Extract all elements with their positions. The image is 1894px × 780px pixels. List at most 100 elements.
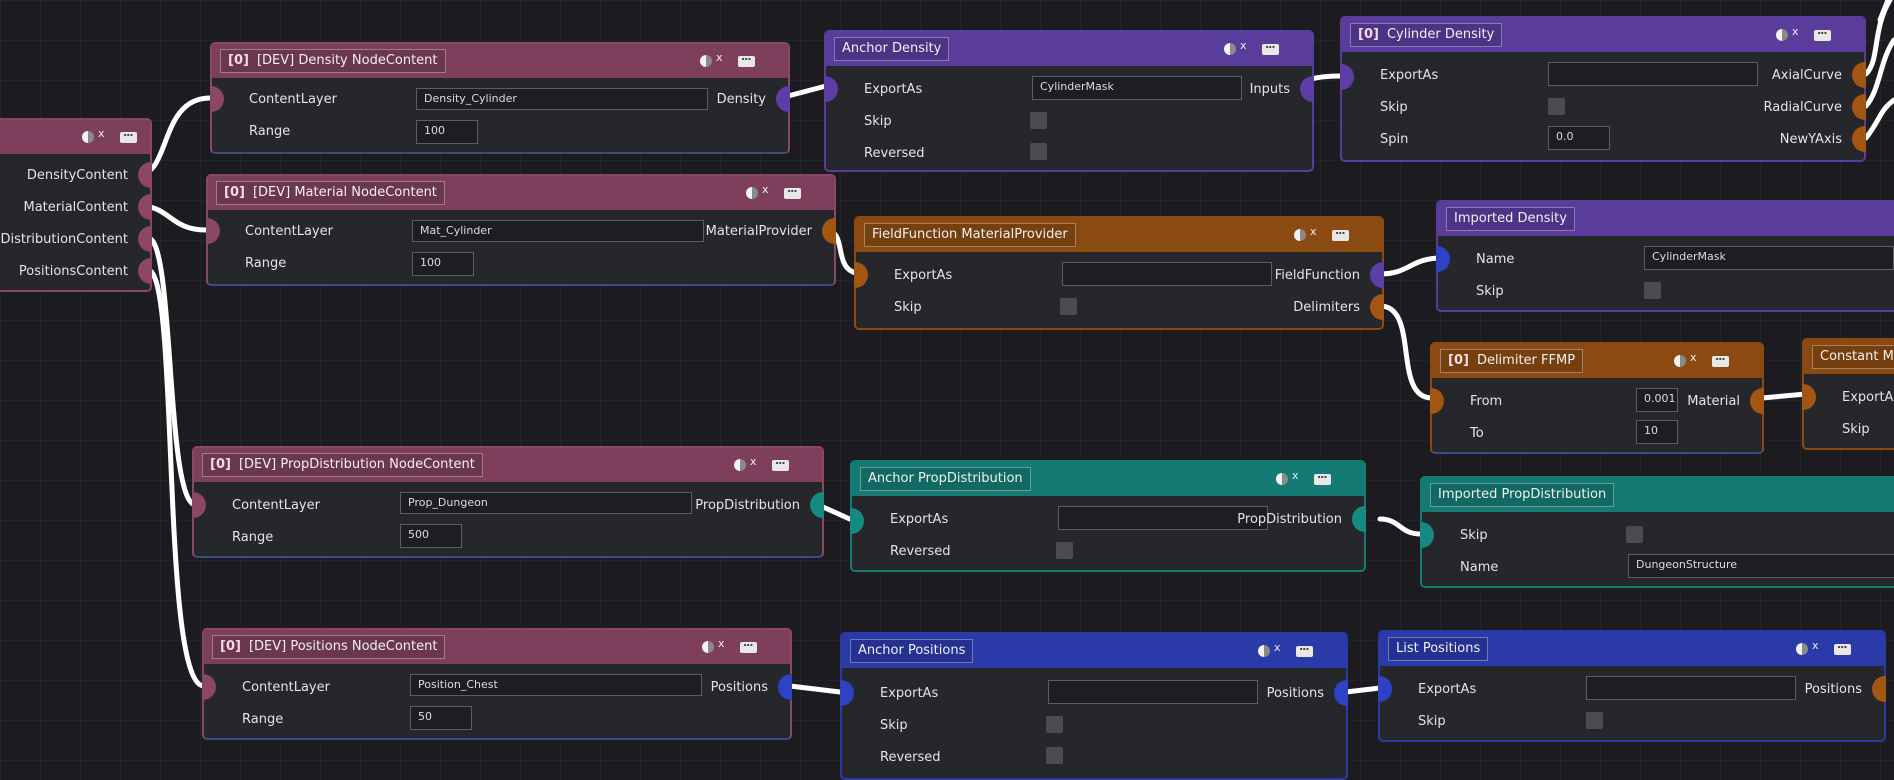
node-header[interactable]: Anchor PropDistribution bbox=[852, 462, 1364, 496]
name-field[interactable]: DungeonStructure bbox=[1628, 554, 1894, 578]
output-port[interactable] bbox=[1852, 94, 1866, 120]
skip-checkbox[interactable] bbox=[1046, 716, 1063, 733]
menu-icon[interactable] bbox=[784, 182, 801, 200]
node-header[interactable]: [0] [DEV] Material NodeContent bbox=[208, 176, 834, 210]
reversed-checkbox[interactable] bbox=[1030, 143, 1047, 160]
export-as-field[interactable]: CylinderMask bbox=[1032, 76, 1242, 100]
export-as-field[interactable] bbox=[1548, 62, 1758, 86]
node-header[interactable]: Imported PropDistribution bbox=[1422, 478, 1894, 512]
menu-icon[interactable] bbox=[1834, 638, 1851, 656]
enable-toggle-icon[interactable] bbox=[82, 127, 105, 144]
enable-toggle-icon[interactable] bbox=[1776, 25, 1799, 42]
material-content-node[interactable]: [0][DEV] Material NodeContent ContentLay… bbox=[206, 174, 836, 286]
output-port[interactable] bbox=[1370, 294, 1384, 320]
enable-toggle-icon[interactable] bbox=[1796, 639, 1819, 656]
enable-toggle-icon[interactable] bbox=[1258, 641, 1281, 658]
imported-propdist-node[interactable]: Imported PropDistribution Skip Name Dung… bbox=[1420, 476, 1894, 588]
node-header[interactable]: Anchor Positions bbox=[842, 634, 1346, 668]
anchor-density-node[interactable]: Anchor Density ExportAs CylinderMask Ski… bbox=[824, 30, 1314, 172]
output-port[interactable] bbox=[138, 162, 152, 188]
reversed-checkbox[interactable] bbox=[1056, 542, 1073, 559]
node-header[interactable]: Constant Mate bbox=[1804, 340, 1894, 374]
enable-toggle-icon[interactable] bbox=[1674, 351, 1697, 368]
input-port[interactable] bbox=[1378, 676, 1392, 702]
skip-checkbox[interactable] bbox=[1644, 282, 1661, 299]
enable-toggle-icon[interactable] bbox=[1276, 469, 1299, 486]
anchor-positions-node[interactable]: Anchor Positions ExportAs Skip Reversed … bbox=[840, 632, 1348, 780]
output-port[interactable] bbox=[822, 218, 836, 244]
input-port[interactable] bbox=[1430, 388, 1444, 414]
imported-density-node[interactable]: Imported Density Name CylinderMask Skip bbox=[1436, 200, 1894, 312]
export-as-field[interactable] bbox=[1048, 680, 1258, 704]
menu-icon[interactable] bbox=[1262, 38, 1279, 56]
enable-toggle-icon[interactable] bbox=[746, 183, 769, 200]
menu-icon[interactable] bbox=[1314, 468, 1331, 486]
node-header[interactable]: List Positions bbox=[1380, 632, 1884, 666]
input-port[interactable] bbox=[1420, 522, 1434, 548]
skip-checkbox[interactable] bbox=[1030, 112, 1047, 129]
enable-toggle-icon[interactable] bbox=[702, 637, 725, 654]
menu-icon[interactable] bbox=[738, 50, 755, 68]
menu-icon[interactable] bbox=[120, 126, 137, 144]
input-port[interactable] bbox=[1340, 64, 1354, 90]
skip-checkbox[interactable] bbox=[1548, 98, 1565, 115]
output-port[interactable] bbox=[138, 258, 152, 284]
menu-icon[interactable] bbox=[740, 636, 757, 654]
menu-icon[interactable] bbox=[772, 454, 789, 472]
range-field[interactable]: 50 bbox=[410, 706, 472, 730]
spin-field[interactable]: 0.0 bbox=[1548, 126, 1610, 150]
node-header[interactable]: Imported Density bbox=[1438, 202, 1894, 236]
skip-checkbox[interactable] bbox=[1060, 298, 1077, 315]
name-field[interactable]: CylinderMask bbox=[1644, 246, 1894, 270]
positions-content-node[interactable]: [0][DEV] Positions NodeContent ContentLa… bbox=[202, 628, 792, 740]
input-port[interactable] bbox=[1802, 384, 1816, 410]
output-port[interactable] bbox=[1370, 262, 1384, 288]
range-field[interactable]: 100 bbox=[412, 252, 474, 276]
output-port[interactable] bbox=[778, 674, 792, 700]
output-port[interactable] bbox=[810, 492, 824, 518]
menu-icon[interactable] bbox=[1814, 24, 1831, 42]
input-port[interactable] bbox=[840, 680, 854, 706]
anchor-propdist-node[interactable]: Anchor PropDistribution ExportAs Reverse… bbox=[850, 460, 1366, 572]
range-field[interactable]: 500 bbox=[400, 524, 462, 548]
input-port[interactable] bbox=[192, 492, 206, 518]
menu-icon[interactable] bbox=[1712, 350, 1729, 368]
node-header[interactable]: FieldFunction MaterialProvider bbox=[856, 218, 1382, 252]
to-field[interactable]: 10 bbox=[1636, 420, 1678, 444]
node-header[interactable]: [0] [DEV] Positions NodeContent bbox=[204, 630, 790, 664]
node-header[interactable]: [0] Cylinder Density bbox=[1342, 18, 1864, 52]
content-layer-field[interactable]: Density_Cylinder bbox=[416, 88, 708, 110]
input-port[interactable] bbox=[206, 218, 220, 244]
input-port[interactable] bbox=[824, 76, 838, 102]
output-port[interactable] bbox=[1300, 76, 1314, 102]
output-port[interactable] bbox=[1750, 388, 1764, 414]
delimiter-ffmp-node[interactable]: [0]Delimiter FFMP From 0.001 To 10 Mater… bbox=[1430, 342, 1764, 454]
menu-icon[interactable] bbox=[1332, 224, 1349, 242]
menu-icon[interactable] bbox=[1296, 640, 1313, 658]
root-node[interactable]: DensityContent MaterialContent ropDistri… bbox=[0, 118, 152, 292]
output-port[interactable] bbox=[138, 226, 152, 252]
input-port[interactable] bbox=[202, 674, 216, 700]
fieldfunction-node[interactable]: FieldFunction MaterialProvider ExportAs … bbox=[854, 216, 1384, 330]
node-header[interactable]: [0] [DEV] Density NodeContent bbox=[212, 44, 788, 78]
input-port[interactable] bbox=[854, 262, 868, 288]
export-as-field[interactable] bbox=[1586, 676, 1796, 700]
output-port[interactable] bbox=[1334, 680, 1348, 706]
content-layer-field[interactable]: Mat_Cylinder bbox=[412, 220, 704, 242]
node-header[interactable]: Anchor Density bbox=[826, 32, 1312, 66]
root-node-header[interactable] bbox=[0, 120, 150, 154]
content-layer-field[interactable]: Prop_Dungeon bbox=[400, 492, 692, 514]
from-field[interactable]: 0.001 bbox=[1636, 388, 1678, 412]
enable-toggle-icon[interactable] bbox=[1294, 225, 1317, 242]
export-as-field[interactable] bbox=[1062, 262, 1272, 286]
density-content-node[interactable]: [0][DEV] Density NodeContent ContentLaye… bbox=[210, 42, 790, 154]
skip-checkbox[interactable] bbox=[1626, 526, 1643, 543]
constant-material-node[interactable]: Constant Mate ExportAs Skip bbox=[1802, 338, 1894, 450]
range-field[interactable]: 100 bbox=[416, 120, 478, 144]
input-port[interactable] bbox=[1436, 246, 1450, 272]
node-header[interactable]: [0] [DEV] PropDistribution NodeContent bbox=[194, 448, 822, 482]
skip-checkbox[interactable] bbox=[1586, 712, 1603, 729]
content-layer-field[interactable]: Position_Chest bbox=[410, 674, 702, 696]
output-port[interactable] bbox=[1352, 506, 1366, 532]
output-port[interactable] bbox=[138, 194, 152, 220]
